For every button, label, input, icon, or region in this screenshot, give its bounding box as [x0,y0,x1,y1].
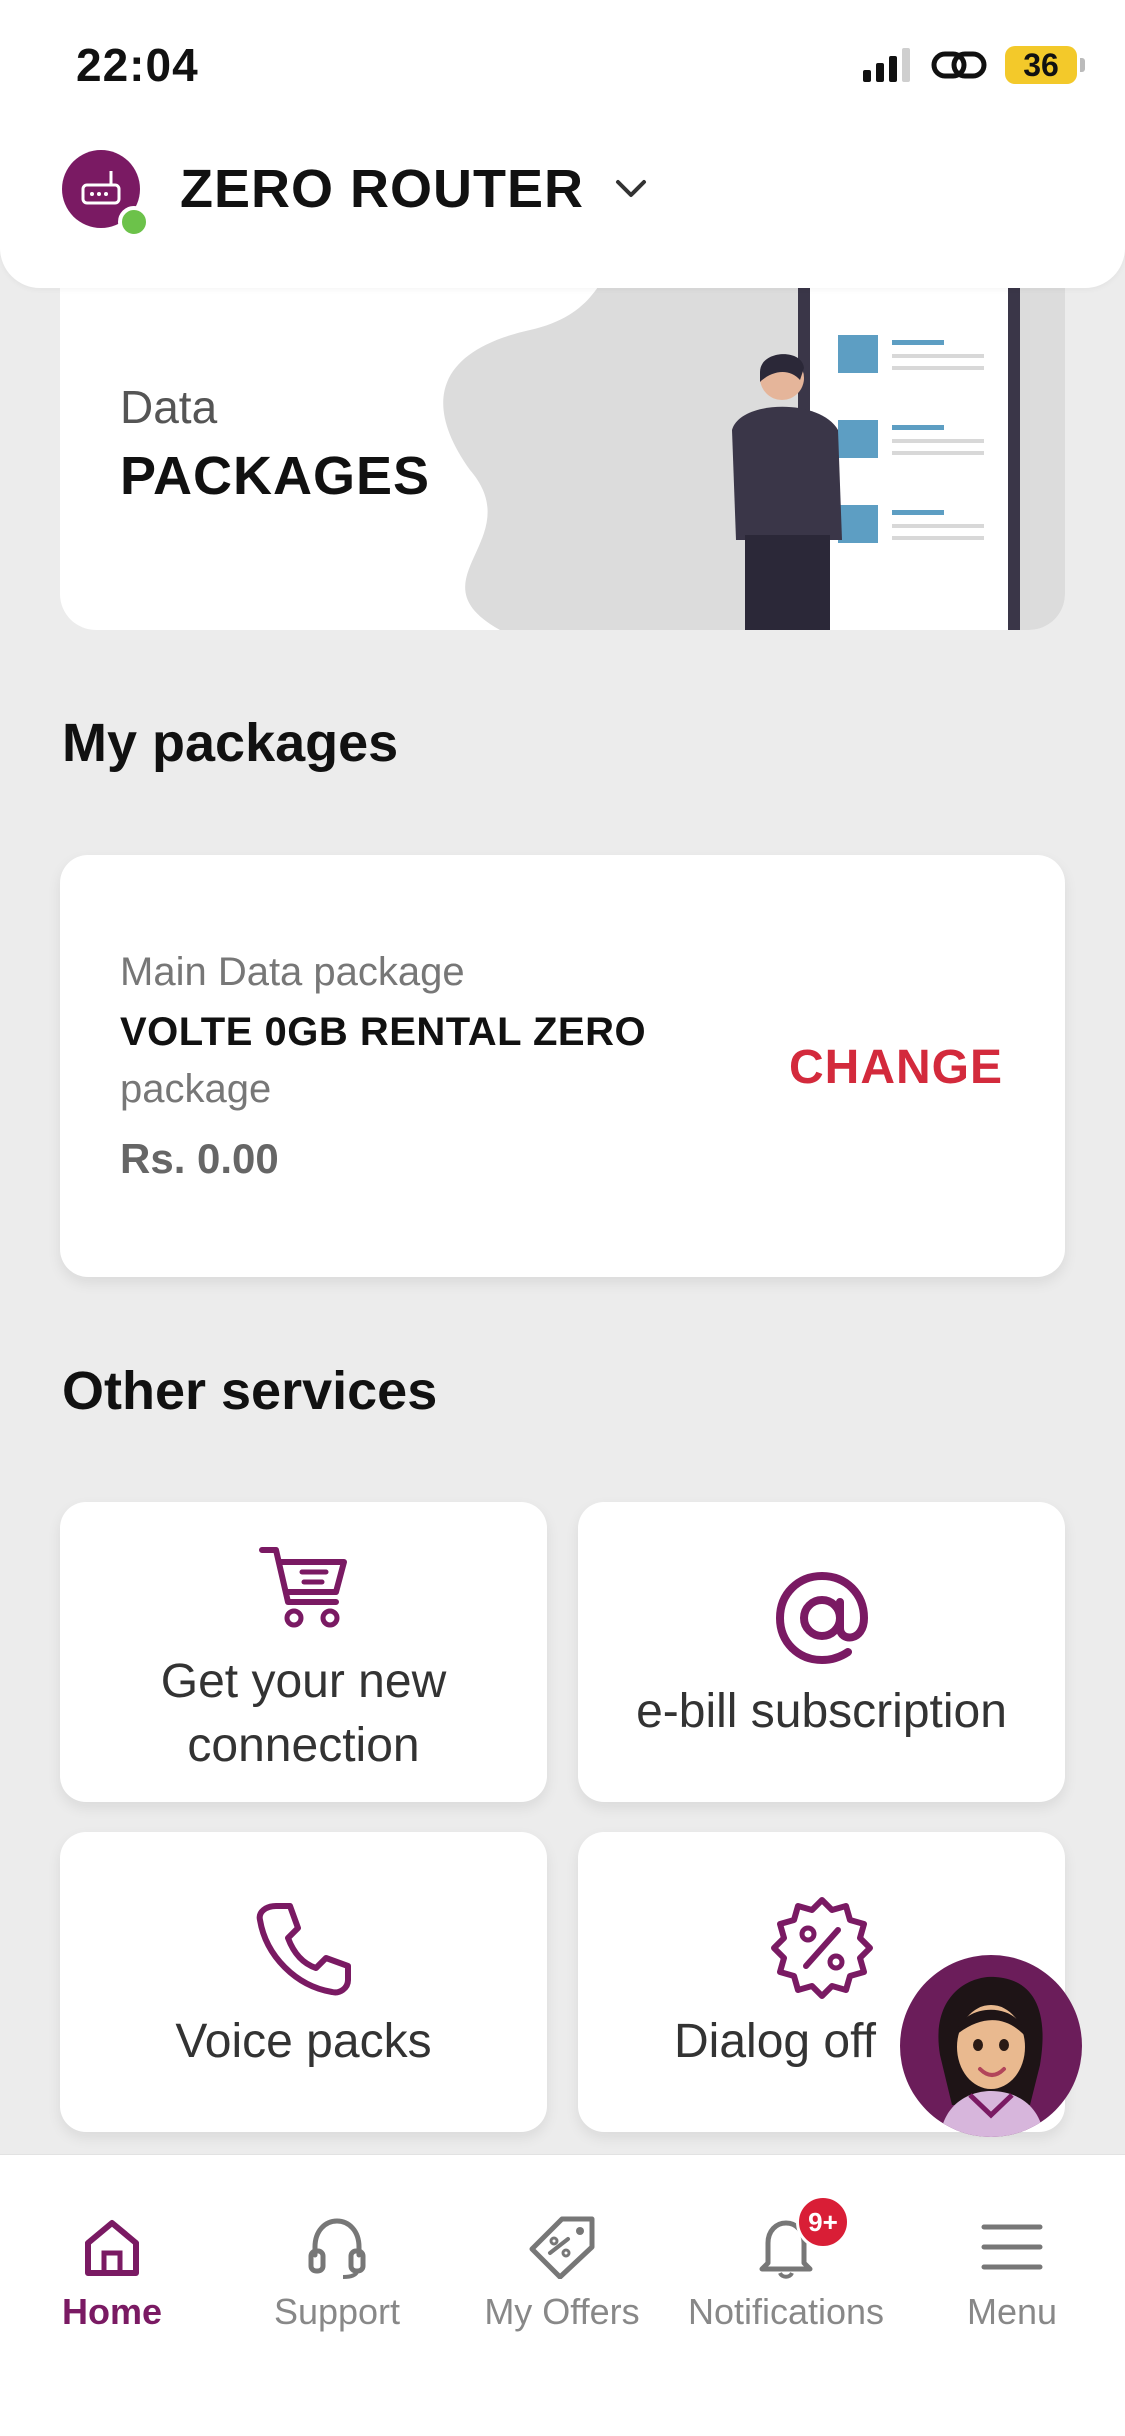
battery-icon: 36 [1005,46,1085,84]
nav-label: My Offers [484,2291,640,2332]
main-package-card: Main Data package VOLTE 0GB RENTAL ZERO … [60,855,1065,1277]
chevron-down-icon[interactable] [614,178,648,200]
tile-new-connection[interactable]: Get your new connection [60,1502,547,1802]
nav-support[interactable]: Support [227,2215,447,2333]
percent-badge-icon [770,1897,873,1999]
package-name: VOLTE 0GB RENTAL ZERO [120,1010,647,1054]
data-packages-banner: Data PACKAGES [60,240,1065,630]
bottom-navigation: Home Support My Offers 9+ Notifications [0,2154,1125,2436]
tile-label: Voice packs [175,2015,432,2068]
link-icon [931,51,987,79]
nav-home[interactable]: Home [2,2215,222,2333]
package-label: Main Data package [120,950,465,994]
signal-icon [863,48,910,82]
cart-icon [258,1547,347,1628]
online-status-dot [118,206,150,238]
tile-label-line1: Get your new [160,1655,447,1708]
chatbot-avatar-button[interactable] [900,1955,1082,2137]
nav-menu[interactable]: Menu [902,2215,1122,2333]
home-icon [85,2220,139,2276]
assistant-avatar-icon [938,1976,1044,2137]
status-icons: 36 [863,46,1085,84]
router-avatar [62,150,150,238]
nav-label: Support [273,2291,401,2332]
tile-voice-packs[interactable]: Voice packs [60,1832,547,2132]
change-package-button[interactable]: CHANGE [789,1040,1003,1095]
banner-illustration [443,240,1065,630]
router-icon [81,171,121,205]
tag-icon [529,2216,595,2279]
tile-ebill-subscription[interactable]: e-bill subscription [578,1502,1065,1802]
package-suffix: package [120,1067,272,1111]
tile-label: e-bill subscription [636,1685,1007,1738]
headset-icon [308,2218,366,2279]
device-selector[interactable]: ZERO ROUTER [62,150,648,238]
banner-subtitle: Data [120,381,218,433]
nav-my-offers[interactable]: My Offers [452,2215,672,2333]
tile-label-line2: connection [187,1719,420,1772]
banner-title: PACKAGES [120,446,431,506]
menu-icon [981,2224,1043,2270]
nav-label: Home [61,2291,163,2332]
my-packages-heading: My packages [62,713,399,773]
device-name: ZERO ROUTER [180,159,585,219]
status-time: 22:04 [76,39,199,91]
app-header: 22:04 36 ZERO ROUTER [0,0,1125,288]
at-icon [775,1571,868,1665]
notification-badge: 9+ [796,2195,850,2249]
other-services-heading: Other services [62,1361,438,1421]
nav-label: Menu [966,2291,1058,2332]
package-price: Rs. 0.00 [120,1135,279,1182]
nav-label: Notifications [687,2291,885,2332]
nav-notifications[interactable]: 9+ Notifications [676,2195,896,2333]
phone-icon [256,1903,351,1996]
